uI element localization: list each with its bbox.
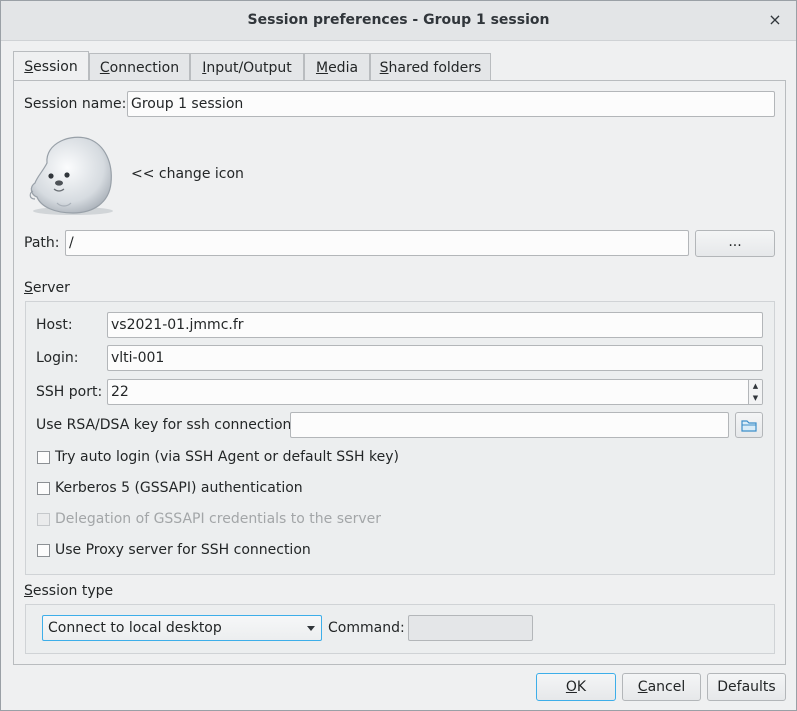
session-type-section-title: Session type	[24, 583, 113, 599]
session-type-mnemonic: S	[24, 583, 33, 599]
gssapi-delegation-label: Delegation of GSSAPI credentials to the …	[55, 511, 382, 527]
cancel-mnemonic: C	[637, 679, 648, 695]
session-type-dropdown[interactable]: Connect to local desktop	[42, 615, 322, 641]
command-label: Command:	[328, 620, 405, 636]
session-type-section-label: ession type	[32, 583, 114, 599]
server-group	[25, 301, 775, 575]
window-title: Session preferences - Group 1 session	[247, 12, 550, 28]
defaults-button[interactable]: Defaults	[707, 673, 786, 701]
auto-login-label[interactable]: Try auto login (via SSH Agent or default…	[55, 449, 399, 465]
seal-icon[interactable]	[27, 133, 119, 215]
tab-connection-mnemonic: C	[99, 60, 110, 76]
ssh-port-stepper[interactable]: ▲ ▼	[748, 380, 762, 404]
cancel-label: ancel	[647, 679, 686, 695]
tab-media-label: edia	[328, 60, 359, 76]
server-section-label: erver	[32, 280, 70, 296]
rsa-key-browse-button[interactable]	[735, 412, 763, 438]
spin-down-icon[interactable]: ▼	[749, 392, 762, 404]
session-name-label: Session name:	[24, 96, 127, 112]
title-bar: Session preferences - Group 1 session ×	[1, 1, 796, 41]
tab-shared-folders[interactable]: Shared folders	[370, 53, 491, 81]
dialog-window: Session preferences - Group 1 session × …	[0, 0, 797, 711]
proxy-checkbox[interactable]	[37, 544, 50, 557]
server-section-title: Server	[24, 280, 70, 296]
tab-session-label: ession	[33, 59, 78, 75]
ssh-port-label: SSH port:	[36, 384, 103, 400]
close-icon[interactable]: ×	[766, 10, 784, 30]
session-type-selected: Connect to local desktop	[48, 620, 222, 636]
tab-session-mnemonic: S	[24, 59, 34, 75]
host-label: Host:	[36, 317, 73, 333]
spin-up-icon[interactable]: ▲	[749, 380, 762, 392]
tab-media-mnemonic: M	[315, 60, 329, 76]
command-input	[408, 615, 533, 641]
login-label: Login:	[36, 350, 79, 366]
tab-connection[interactable]: Connection	[89, 53, 190, 81]
ok-button[interactable]: OK	[536, 673, 616, 701]
change-icon-label[interactable]: << change icon	[131, 166, 244, 182]
tab-media[interactable]: Media	[304, 53, 370, 81]
session-name-input[interactable]: Group 1 session	[127, 91, 775, 117]
rsa-key-input[interactable]	[290, 412, 729, 438]
ssh-port-spinbox[interactable]: 22 ▲ ▼	[107, 379, 763, 405]
proxy-label[interactable]: Use Proxy server for SSH connection	[55, 542, 311, 558]
folder-icon	[741, 420, 757, 432]
browse-path-button[interactable]: ...	[695, 230, 775, 257]
tab-shared-folders-label: hared folders	[388, 60, 482, 76]
kerberos-checkbox[interactable]	[37, 482, 50, 495]
host-input[interactable]: vs2021-01.jmmc.fr	[107, 312, 763, 338]
ok-label: K	[576, 679, 587, 695]
tab-shared-folders-mnemonic: S	[379, 60, 389, 76]
ok-mnemonic: O	[565, 679, 577, 695]
chevron-down-icon	[307, 626, 315, 631]
login-input[interactable]: vlti-001	[107, 345, 763, 371]
server-section-mnemonic: S	[24, 280, 33, 296]
rsa-key-label: Use RSA/DSA key for ssh connection:	[36, 417, 297, 433]
gssapi-delegation-checkbox	[37, 513, 50, 526]
tab-input-output[interactable]: Input/Output	[190, 53, 304, 81]
path-label: Path:	[24, 235, 60, 251]
tab-session[interactable]: Session	[13, 51, 89, 81]
ssh-port-value: 22	[111, 384, 129, 400]
auto-login-checkbox[interactable]	[37, 451, 50, 464]
kerberos-label[interactable]: Kerberos 5 (GSSAPI) authentication	[55, 480, 303, 496]
tab-input-output-label: nput/Output	[206, 60, 292, 76]
cancel-button[interactable]: Cancel	[622, 673, 701, 701]
path-input[interactable]: /	[65, 230, 689, 256]
tab-connection-label: onnection	[109, 60, 180, 76]
